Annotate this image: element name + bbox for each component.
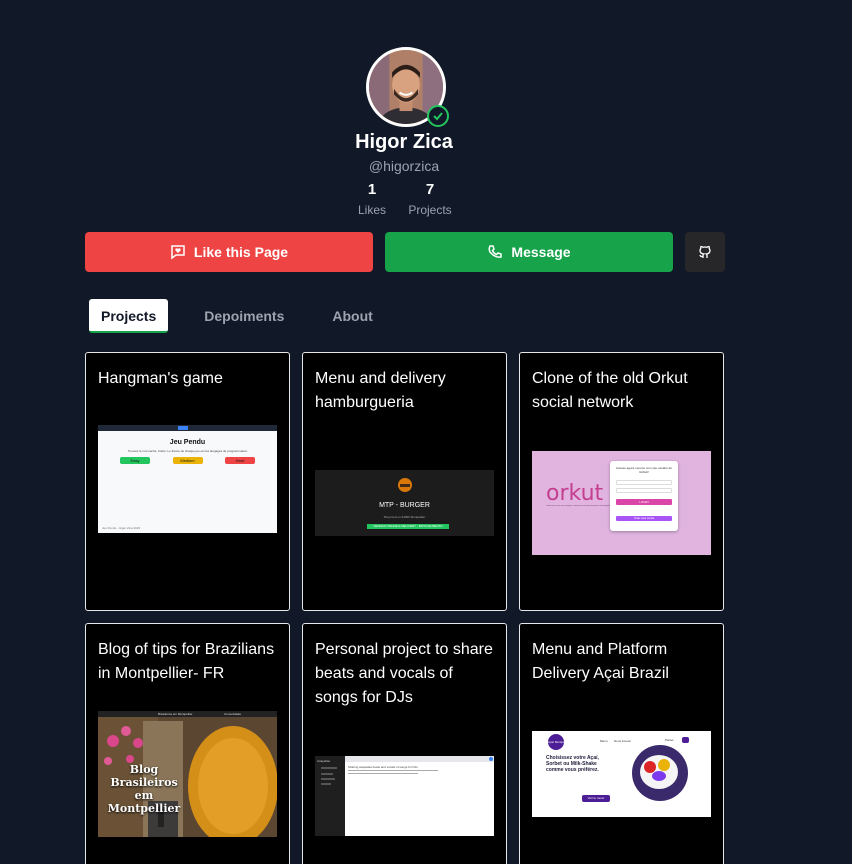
tab-about[interactable]: About [320,299,384,333]
thumb-nav-menu: Menu [600,739,608,743]
verified-check-icon [427,105,449,127]
profile-name: Higor Zica [355,131,453,153]
thumb-signup-button: Criar sua conta [616,516,672,521]
thumb-subtitle: Shop here in 34000 Montpellier [383,515,426,519]
project-title: Clone of the old Orkut social network [532,370,688,411]
like-page-label: Like this Page [193,244,289,260]
projects-count: 7 [425,181,435,198]
tab-depoiments[interactable]: Depoiments [192,299,296,333]
thumb-heading: Jeu Pendu [169,439,206,446]
likes-count: 1 [367,181,377,198]
thumb-nav-community: Comunidade [224,712,242,716]
project-title: Personal project to share beats and voca… [315,641,493,706]
project-thumbnail: Acapellas Sharing acapellas beats and vo… [315,756,494,836]
phone-icon [488,245,503,258]
message-heart-icon [171,245,185,260]
github-button[interactable] [685,232,725,272]
like-page-button[interactable]: Like this Page [85,232,373,272]
project-card[interactable]: Menu and delivery hamburgueria MTP - BUR… [302,352,507,611]
github-icon [699,245,711,258]
thumb-overlay-title: Blog Brasileiros em Montpellier [107,763,181,815]
thumb-tagline: Conecte-se aos seus amigos e familiares … [546,505,618,507]
project-card[interactable]: Blog of tips for Brazilians in Montpelli… [85,623,290,864]
project-card[interactable]: Clone of the old Orkut social network or… [519,352,724,611]
thumb-cta-button: Voir le menu [582,795,610,802]
thumb-headline: Choisissez votre Açaí, Sorbet ou Milk-Sh… [546,755,599,773]
project-thumbnail: Brasileiros em Montpellier Comunidade Bl… [98,711,277,837]
thumb-nav-brand: Brasileiros em Montpellier [158,712,193,716]
thumb-nav-find: Nous trouver [614,739,632,743]
project-thumbnail: MTP - BURGER Shop here in 34000 Montpell… [315,470,494,536]
thumb-hard-button: Hard [225,457,255,464]
tab-projects[interactable]: Projects [89,299,169,333]
thumb-cart-label: Panier [665,738,674,742]
thumb-sidebar-title: Acapellas [317,759,331,763]
profile-handle: @higorzica [368,158,440,174]
thumb-login-text: Acesse agora mesmo com seu usuário do Gi… [615,466,673,474]
message-label: Message [511,244,571,260]
projects-stat: 7 Projects [400,181,460,217]
thumb-footer: Jeu Pendu - Higor Zica 2023 [102,526,141,530]
project-card[interactable]: Personal project to share beats and voca… [302,623,507,864]
project-card[interactable]: Hangman's game Jeu Pendu Trouvez le mot … [85,352,290,611]
thumb-medium-button: Medium [172,457,203,464]
thumb-heading: MTP - BURGER [379,502,430,509]
project-thumbnail: Jeu Pendu Trouvez le mot caché, indice: … [98,425,277,533]
orkut-logo: orkut [546,481,604,506]
thumb-easy-button: Easy [120,457,150,464]
projects-label: Projects [408,203,452,217]
likes-stat: 1 Likes [342,181,402,217]
project-card[interactable]: Menu and Platform Delivery Açai Brazil A… [519,623,724,864]
project-title: Menu and Platform Delivery Açai Brazil [532,641,669,682]
project-title: Menu and delivery hamburgueria [315,370,446,411]
project-title: Hangman's game [98,370,223,387]
burger-logo-icon [398,478,412,492]
thumb-login-button: LOGIN [616,499,672,505]
thumb-banner: VENDAS ONLINE E DELIVERY - BOTA DE BENTO [367,524,449,529]
login-box: Acesse agora mesmo com seu usuário do Gi… [610,461,678,531]
likes-label: Likes [357,203,386,217]
project-thumbnail: Açaí Montpellier Menu Nous trouver Panie… [532,731,711,817]
thumb-body-text: Sharing acapellas beats and vocals of so… [348,765,418,769]
project-thumbnail: orkut Conecte-se aos seus amigos e famil… [532,451,711,555]
cart-icon [682,737,689,743]
brand-logo: Açaí Montpellier [548,734,564,750]
acai-bowl-image [632,745,688,801]
project-title: Blog of tips for Brazilians in Montpelli… [98,641,275,682]
profile-tabs: Projects Depoiments About [89,299,385,333]
thumb-subtitle: Trouvez le mot caché, indice: Le thème d… [127,449,248,453]
profile-avatar-wrap [366,47,449,127]
message-button[interactable]: Message [385,232,673,272]
thumb-sidebar: Acapellas [315,756,345,836]
